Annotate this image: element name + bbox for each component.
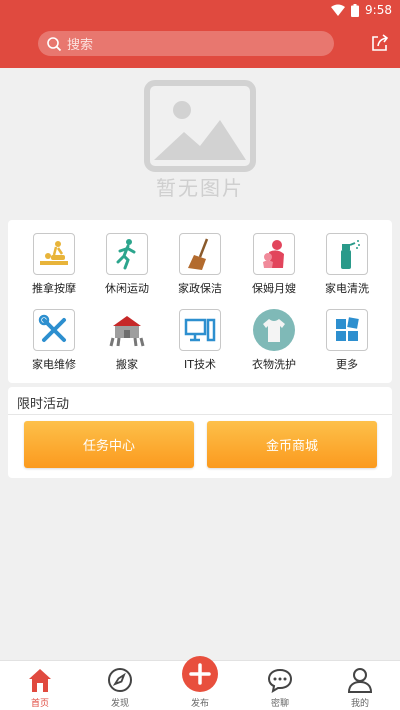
service-laundry[interactable]: 衣物洗护 xyxy=(236,309,312,381)
nav-discover[interactable]: 发现 xyxy=(80,661,160,710)
spray-icon xyxy=(326,233,368,275)
shirt-icon xyxy=(253,309,295,351)
service-label: 搬家 xyxy=(116,358,138,371)
service-label: 家政保洁 xyxy=(178,282,222,295)
service-label: IT技术 xyxy=(184,358,216,371)
coin-mall-button[interactable]: 金币商城 xyxy=(207,421,377,468)
chat-bubble-icon xyxy=(267,668,293,693)
tools-icon xyxy=(33,309,75,351)
service-label: 保姆月嫂 xyxy=(252,282,296,295)
search-bar[interactable]: 搜索 xyxy=(38,31,334,56)
more-grid-icon xyxy=(326,309,368,351)
service-housekeeping[interactable]: 家政保洁 xyxy=(162,233,238,305)
service-label: 休闲运动 xyxy=(105,282,149,295)
task-center-button[interactable]: 任务中心 xyxy=(24,421,194,468)
compass-icon xyxy=(108,668,132,692)
status-bar: 9:58 xyxy=(0,0,400,22)
divider xyxy=(8,414,392,415)
service-sports[interactable]: 休闲运动 xyxy=(89,233,165,305)
home-icon xyxy=(29,669,51,692)
nav-mine[interactable]: 我的 xyxy=(320,661,400,710)
nav-label: 密聊 xyxy=(270,699,289,709)
top-header: 9:58 搜索 xyxy=(0,0,400,68)
image-placeholder-icon xyxy=(144,80,256,172)
service-nanny[interactable]: 保姆月嫂 xyxy=(236,233,312,305)
computer-icon xyxy=(179,309,221,351)
battery-icon xyxy=(351,3,360,17)
search-icon xyxy=(47,36,62,51)
user-icon xyxy=(347,668,373,693)
broom-icon xyxy=(179,233,221,275)
no-image-text: 暂无图片 xyxy=(156,176,244,200)
service-it[interactable]: IT技术 xyxy=(162,309,238,381)
banner-placeholder[interactable]: 暂无图片 xyxy=(0,68,400,216)
service-label: 家电维修 xyxy=(32,358,76,371)
running-icon xyxy=(106,233,148,275)
massage-icon xyxy=(33,233,75,275)
nav-label: 发现 xyxy=(110,699,129,709)
activity-title: 限时活动 xyxy=(17,397,70,412)
nav-label: 首页 xyxy=(30,699,49,709)
service-more[interactable]: 更多 xyxy=(309,309,385,381)
nav-label: 发布 xyxy=(190,699,209,709)
activity-card: 限时活动 任务中心 金币商城 xyxy=(8,387,392,478)
moving-house-icon xyxy=(106,309,148,351)
status-time: 9:58 xyxy=(365,3,392,17)
service-appliance-repair[interactable]: 家电维修 xyxy=(16,309,92,381)
service-appliance-cleaning[interactable]: 家电清洗 xyxy=(309,233,385,305)
publish-button[interactable] xyxy=(182,656,218,692)
service-label: 衣物洗护 xyxy=(252,358,296,371)
nav-chat[interactable]: 密聊 xyxy=(240,661,320,710)
service-moving[interactable]: 搬家 xyxy=(89,309,165,381)
plus-icon xyxy=(189,663,211,685)
services-card: 推拿按摩 休闲运动 家政保洁 保姆月嫂 家电清洗 家电维修 搬家 IT技术 衣物… xyxy=(8,220,392,383)
service-label: 推拿按摩 xyxy=(32,282,76,295)
service-label: 家电清洗 xyxy=(325,282,369,295)
nav-label: 我的 xyxy=(350,699,369,709)
share-icon[interactable] xyxy=(370,33,390,53)
wifi-icon xyxy=(331,4,346,16)
search-placeholder: 搜索 xyxy=(67,38,94,53)
nav-home[interactable]: 首页 xyxy=(0,661,80,710)
service-massage[interactable]: 推拿按摩 xyxy=(16,233,92,305)
nanny-icon xyxy=(253,233,295,275)
service-label: 更多 xyxy=(336,358,358,371)
